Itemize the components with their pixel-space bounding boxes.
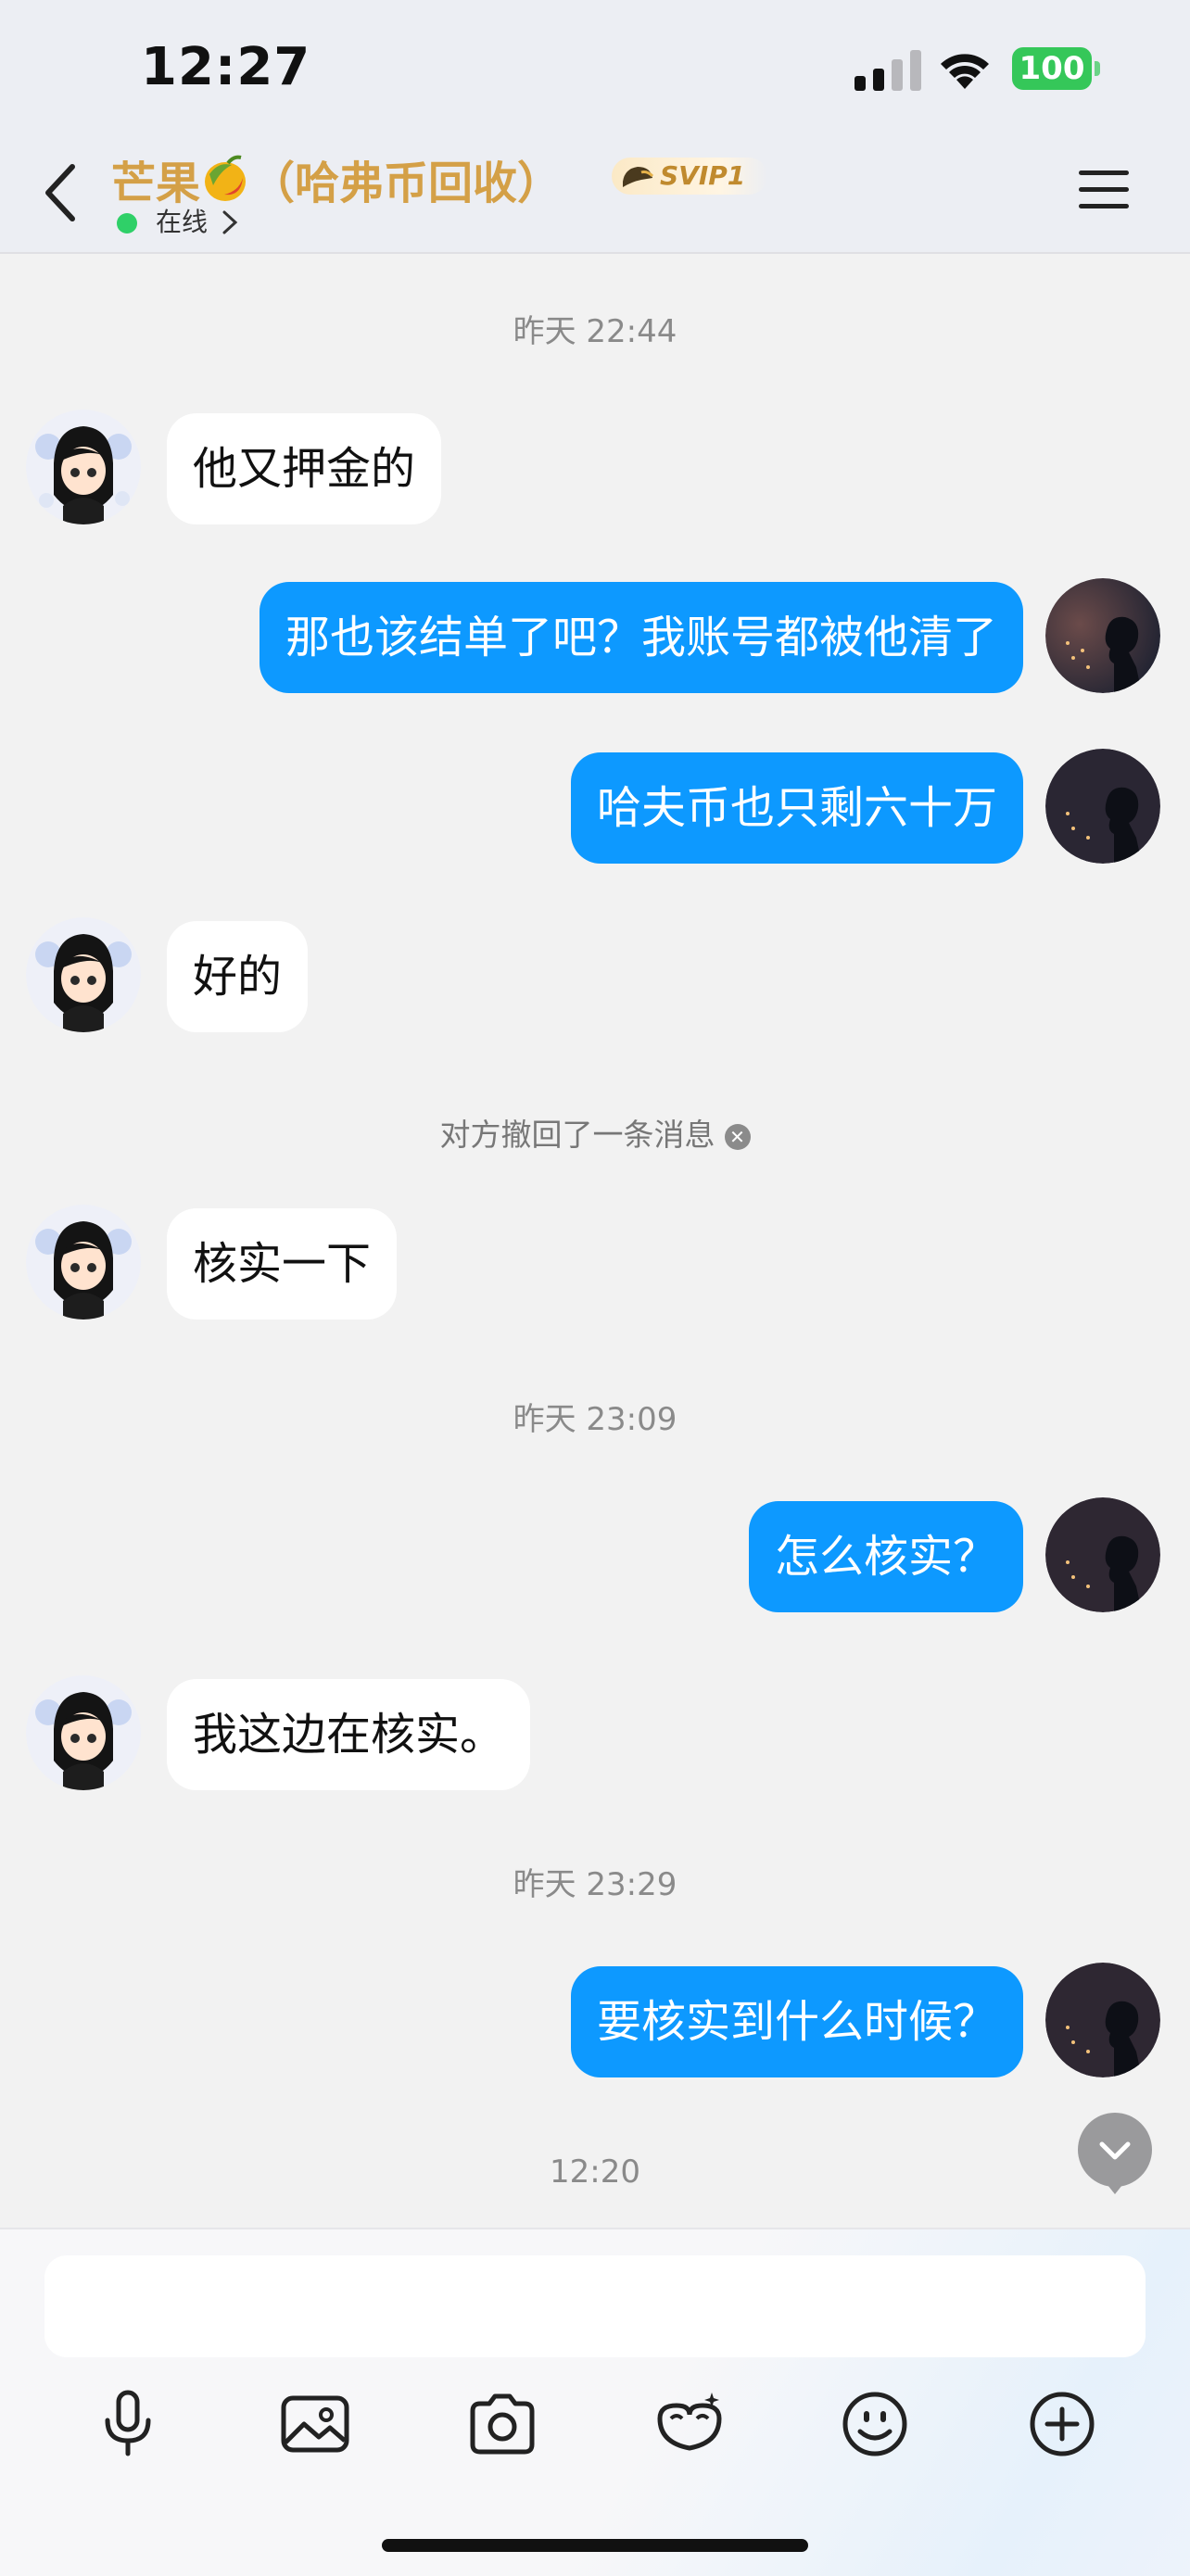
plus-icon[interactable] (1025, 2387, 1099, 2461)
close-icon[interactable]: ✕ (724, 1124, 751, 1150)
message-row-outgoing: 哈夫币也只剩六十万 (0, 749, 1190, 864)
message-row-incoming: 核实一下 (0, 1205, 1190, 1320)
clock: 12:27 (141, 37, 311, 97)
battery-icon: 100 (1012, 47, 1101, 90)
wifi-icon (941, 54, 989, 89)
timestamp: 昨天 23:09 (513, 1401, 677, 1438)
user-avatar[interactable] (1045, 749, 1160, 864)
online-dot-icon (117, 213, 137, 234)
vip-label: SVIP1 (660, 160, 746, 191)
message-bubble[interactable]: 哈夫币也只剩六十万 (570, 752, 1023, 864)
user-avatar[interactable] (1045, 578, 1160, 693)
message-row-incoming: 好的 (0, 917, 1190, 1032)
cellular-signal-icon (855, 50, 921, 91)
message-row-incoming: 我这边在核实。 (0, 1675, 1190, 1790)
user-avatar[interactable] (1045, 1963, 1160, 2077)
contact-name-text: 芒果 (111, 158, 201, 209)
vip-badge[interactable]: SVIP1 (612, 158, 768, 195)
message-bubble[interactable]: 我这边在核实。 (167, 1679, 531, 1790)
message-bubble[interactable]: 怎么核实？ (748, 1501, 1023, 1612)
mango-icon (205, 155, 247, 201)
message-bubble[interactable]: 他又押金的 (167, 413, 442, 524)
message-bubble[interactable]: 核实一下 (167, 1208, 398, 1320)
message-input[interactable] (44, 2255, 1146, 2357)
scroll-to-bottom-icon[interactable] (1078, 2113, 1152, 2196)
contact-avatar[interactable] (26, 1675, 141, 1790)
home-indicator[interactable] (382, 2539, 808, 2552)
chevron-right-icon (222, 210, 238, 234)
timestamp: 昨天 22:44 (513, 313, 677, 350)
contact-avatar[interactable] (26, 917, 141, 1032)
message-bubble[interactable]: 那也该结单了吧？我账号都被他清了 (259, 582, 1023, 693)
emoji-icon[interactable] (838, 2387, 912, 2461)
message-bubble[interactable]: 好的 (167, 921, 309, 1032)
user-avatar[interactable] (1045, 1497, 1160, 1612)
online-status[interactable]: 在线 (117, 204, 243, 241)
timestamp: 昨天 23:29 (513, 1866, 677, 1903)
mask-icon[interactable] (652, 2387, 727, 2461)
message-bubble[interactable]: 要核实到什么时候？ (570, 1966, 1023, 2077)
contact-name-suffix: （哈弗币回收） (250, 158, 563, 209)
recall-notice-text: 对方撤回了一条消息 (439, 1117, 715, 1153)
message-row-incoming: 他又押金的 (0, 410, 1190, 524)
timestamp: 12:20 (550, 2153, 640, 2191)
vip-hat-icon (623, 167, 654, 187)
camera-icon[interactable] (465, 2387, 539, 2461)
image-icon[interactable] (278, 2387, 352, 2461)
message-list[interactable]: 昨天 22:44 他又押金的 那也该结单了吧？我账号都被他清了 哈夫币也只剩六十… (0, 254, 1190, 2228)
battery-level: 100 (1019, 50, 1085, 87)
message-row-outgoing: 怎么核实？ (0, 1497, 1190, 1612)
online-status-label: 在线 (156, 207, 209, 237)
menu-icon[interactable] (1077, 167, 1131, 213)
composer (0, 2228, 1190, 2576)
back-icon[interactable] (33, 156, 89, 230)
contact-avatar[interactable] (26, 1205, 141, 1320)
status-bar: 12:27 100 (0, 0, 1190, 139)
microphone-icon[interactable] (91, 2387, 165, 2461)
chat-header: 芒果 （哈弗币回收） SVIP1 在线 (0, 139, 1190, 254)
message-row-outgoing: 那也该结单了吧？我账号都被他清了 (0, 578, 1190, 693)
contact-avatar[interactable] (26, 410, 141, 524)
recall-notice: 对方撤回了一条消息 ✕ (0, 1110, 1190, 1155)
message-row-outgoing: 要核实到什么时候？ (0, 1963, 1190, 2077)
contact-name[interactable]: 芒果 （哈弗币回收） (111, 146, 562, 211)
